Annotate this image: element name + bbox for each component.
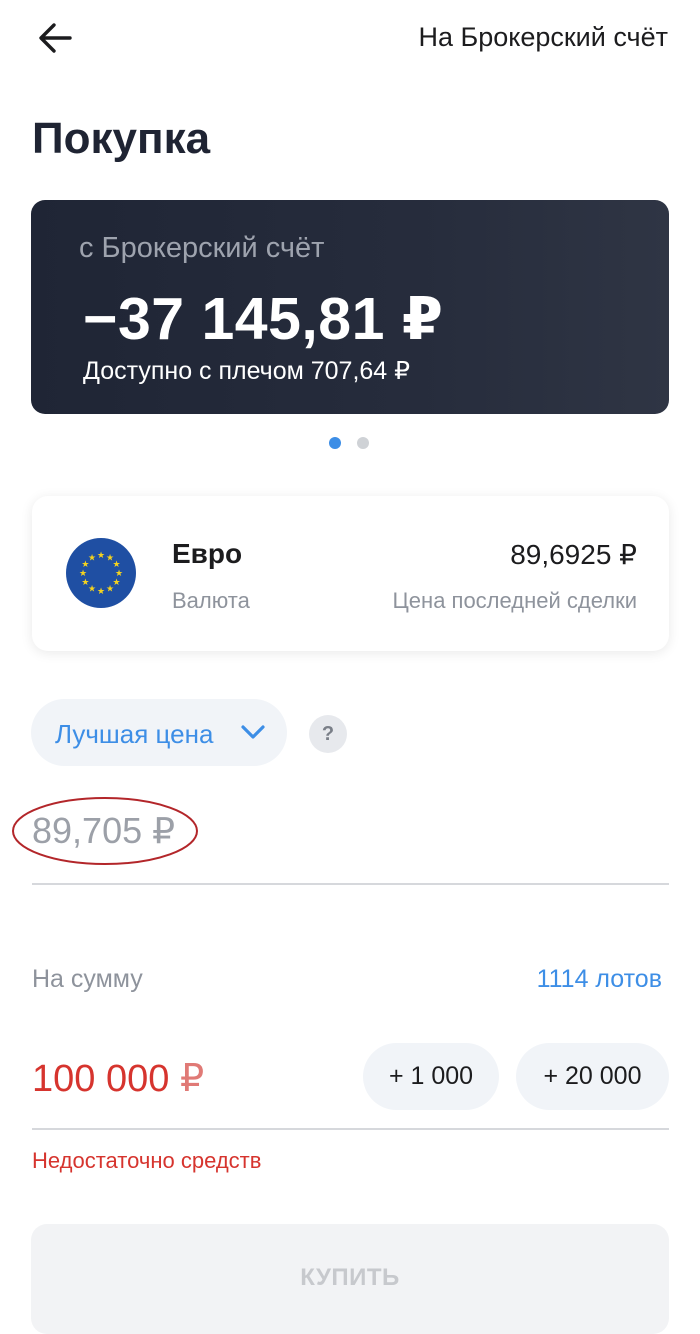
lots-count-link[interactable]: 1114 лотов	[537, 965, 662, 994]
insufficient-funds-error: Недостаточно средств	[32, 1148, 262, 1173]
buy-button-label: КУПИТЬ	[300, 1264, 400, 1291]
eu-star: ★	[79, 569, 87, 579]
page-title: Покупка	[32, 114, 211, 163]
instrument-price: 89,6925 ₽	[510, 539, 637, 570]
eu-star: ★	[88, 553, 96, 563]
eu-star: ★	[81, 578, 89, 588]
eu-star: ★	[97, 551, 105, 561]
price-input[interactable]: 89,705 ₽	[32, 810, 175, 852]
carousel-indicator	[329, 437, 369, 449]
back-button[interactable]	[34, 18, 76, 58]
account-card[interactable]: с Брокерский счёт −37 145,81 ₽ Доступно …	[31, 200, 669, 414]
eu-star: ★	[97, 587, 105, 597]
arrow-left-icon	[39, 23, 72, 53]
account-source-label: с Брокерский счёт	[79, 232, 325, 264]
leverage-available: Доступно с плечом 707,64 ₽	[83, 357, 411, 385]
price-mode-label: Лучшая цена	[55, 719, 214, 749]
eu-star: ★	[113, 560, 121, 570]
amount-currency: ₽	[179, 1058, 205, 1100]
price-input-underline	[32, 883, 669, 885]
broker-account-link[interactable]: На Брокерский счёт	[418, 22, 668, 53]
instrument-card[interactable]: ★ ★ ★ ★ ★ ★ ★ ★ ★ ★ ★ ★ Евро Валюта 89,6925 ₽ Цена …	[32, 496, 669, 651]
eu-flag-icon: ★ ★ ★ ★ ★ ★ ★ ★ ★ ★ ★ ★	[66, 538, 136, 608]
instrument-price-label: Цена последней сделки	[392, 588, 637, 613]
sum-label: На сумму	[32, 965, 143, 993]
amount-value: 100 000	[32, 1058, 170, 1100]
carousel-dot	[357, 437, 369, 449]
price-mode-dropdown[interactable]: Лучшая цена	[31, 699, 287, 766]
amount-input-underline	[32, 1128, 669, 1130]
top-bar: На Брокерский счёт	[0, 0, 700, 76]
account-balance: −37 145,81 ₽	[83, 286, 444, 352]
carousel-dot-active	[329, 437, 341, 449]
help-button[interactable]: ?	[309, 715, 347, 753]
instrument-type: Валюта	[172, 588, 250, 613]
instrument-name: Евро	[172, 538, 243, 569]
chevron-down-icon	[239, 721, 267, 743]
add-1000-button[interactable]: + 1 000	[363, 1043, 499, 1110]
add-20000-button[interactable]: + 20 000	[516, 1043, 669, 1110]
amount-input[interactable]: 100 000 ₽	[32, 1056, 204, 1101]
eu-star: ★	[106, 585, 114, 595]
